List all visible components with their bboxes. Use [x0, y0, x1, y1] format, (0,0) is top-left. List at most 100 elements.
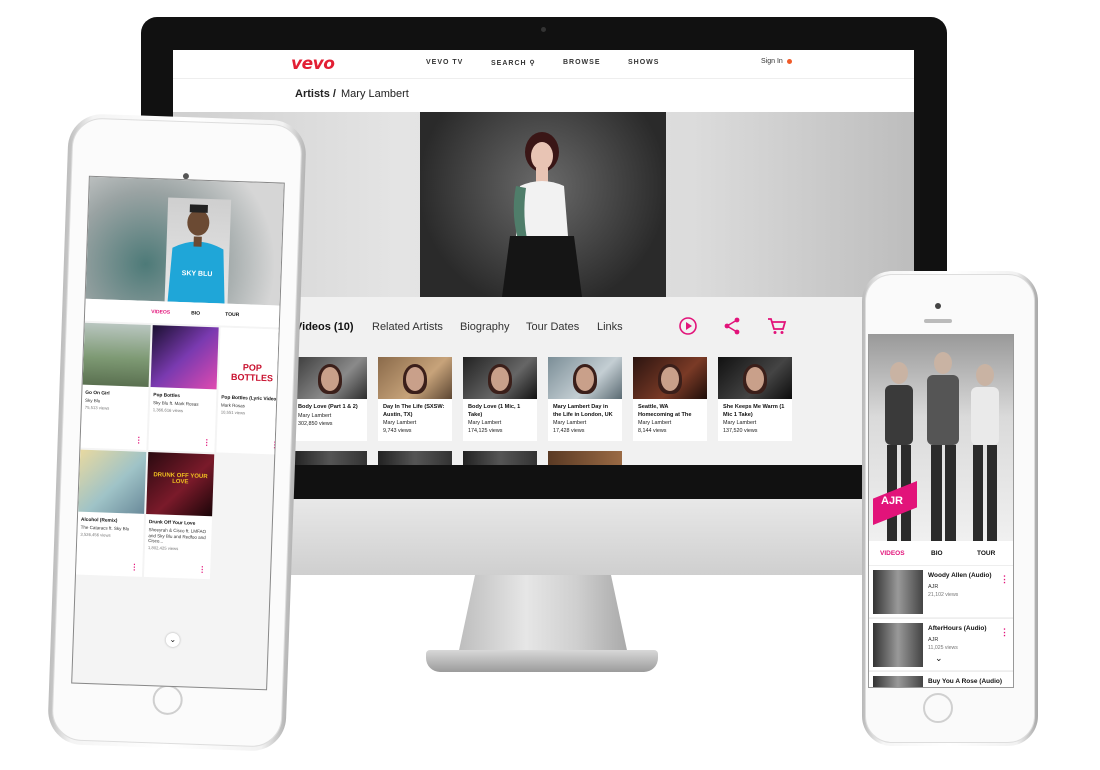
more-options-icon[interactable]: ⋮ — [130, 562, 138, 571]
video-title: Body Love (1 Mic, 1 Take) — [468, 404, 521, 418]
phone-screen: AJR VIDEOS BIO TOUR Woody Allen (Audio) … — [868, 334, 1014, 688]
breadcrumb: Artists / Mary Lambert — [173, 78, 914, 112]
more-options-icon[interactable]: ⋮ — [198, 565, 206, 574]
video-views: 137,520 views — [723, 428, 758, 434]
list-item[interactable]: Woody Allen (Audio) AJR 21,102 views ⋮ — [869, 565, 1013, 617]
video-card[interactable]: Go On Girl Sky Blu 75,513 views ⋮ — [80, 322, 151, 450]
video-card[interactable]: Day In The Life (SXSW: Austin, TX) Mary … — [378, 357, 452, 441]
video-title: She Keeps Me Warm (1 Mic 1 Take) — [723, 404, 785, 418]
cart-icon[interactable] — [767, 316, 787, 336]
imac-stand-base — [426, 650, 658, 672]
tab-videos[interactable]: Videos (10) — [295, 321, 354, 333]
phone-artist-name: AJR — [881, 495, 904, 507]
video-thumbnail-partial[interactable] — [293, 451, 367, 465]
video-views: 174,125 views — [468, 428, 503, 434]
breadcrumb-current: Mary Lambert — [341, 88, 409, 100]
tab-tour[interactable]: TOUR — [225, 312, 239, 318]
nav-vevo-tv[interactable]: VEVO TV — [426, 59, 463, 66]
share-icon[interactable] — [722, 316, 742, 336]
home-button[interactable] — [923, 693, 953, 723]
ipad-device: SKY BLU VIDEOS BIO TOUR Go On Girl Sky B… — [47, 113, 307, 752]
video-views: 8,144 views — [638, 428, 667, 434]
artist-figure — [502, 132, 582, 297]
video-views: 302,850 views — [298, 420, 333, 427]
tab-biography[interactable]: Biography — [460, 321, 510, 333]
video-thumbnail — [78, 449, 147, 514]
search-icon: ⚲ — [526, 60, 536, 67]
imac-stand — [458, 575, 628, 655]
video-views: 9,743 views — [383, 428, 412, 434]
video-thumbnail — [873, 570, 923, 614]
video-thumbnail — [873, 623, 923, 667]
tab-links[interactable]: Links — [597, 321, 623, 333]
nav-search-label: SEARCH — [491, 60, 527, 67]
video-artist: AJR — [928, 637, 939, 643]
tablet-artist-photo: SKY BLU — [164, 197, 232, 304]
video-artist: Mary Lambert — [298, 412, 332, 419]
phone-artist-hero: AJR — [869, 335, 1013, 541]
video-card[interactable]: Mary Lambert Day in the Life in London, … — [548, 357, 622, 441]
more-options-icon[interactable]: ⋮ — [135, 436, 143, 445]
thumbnail-text: POP BOTTLES — [230, 362, 274, 384]
artist-photo — [420, 112, 666, 297]
breadcrumb-root[interactable]: Artists / — [295, 88, 336, 100]
video-card[interactable]: She Keeps Me Warm (1 Mic 1 Take) Mary La… — [718, 357, 792, 441]
chevron-down-icon[interactable]: ⌄ — [935, 653, 943, 664]
video-thumbnail — [82, 322, 151, 387]
video-thumbnail — [718, 357, 792, 399]
top-nav: vevo VEVO TV SEARCH ⚲ BROWSE SHOWS Sign … — [173, 50, 914, 78]
thumbnail-text: DRUNK OFF YOUR LOVE — [153, 472, 208, 486]
camera-icon — [541, 27, 546, 32]
video-title: Mary Lambert Day in the Life in London, … — [553, 404, 613, 418]
video-views: 10,551 views — [220, 409, 246, 415]
video-title: Body Love (Part 1 & 2) — [298, 404, 358, 410]
vevo-logo[interactable]: vevo — [291, 54, 335, 74]
video-thumbnail: POP BOTTLES — [218, 327, 285, 392]
tab-related-artists[interactable]: Related Artists — [372, 321, 443, 333]
video-thumbnail-partial[interactable] — [378, 451, 452, 465]
video-card[interactable]: POP BOTTLES Pop Bottles (Lyric Video) Ma… — [216, 327, 285, 455]
video-views: 17,428 views — [553, 428, 585, 434]
more-options-icon[interactable]: ⋮ — [1000, 628, 1009, 637]
video-card[interactable]: Body Love (1 Mic, 1 Take) Mary Lambert 1… — [463, 357, 537, 441]
video-title: AfterHours (Audio) — [928, 625, 987, 632]
nav-search[interactable]: SEARCH ⚲ — [491, 59, 536, 67]
video-thumbnail: DRUNK OFF YOUR LOVE — [146, 452, 215, 517]
video-title: Seattle, WA Homecoming at The — [638, 404, 692, 418]
video-thumbnail-partial[interactable] — [463, 451, 537, 465]
tab-tour-dates[interactable]: Tour Dates — [526, 321, 579, 333]
video-artist: Mary Lambert — [723, 420, 757, 426]
video-card[interactable]: Seattle, WA Homecoming at The Mary Lambe… — [633, 357, 707, 441]
tab-bio[interactable]: BIO — [191, 310, 200, 316]
more-options-icon[interactable]: ⋮ — [1000, 575, 1009, 584]
nav-browse[interactable]: BROWSE — [563, 59, 601, 66]
video-title: Day In The Life (SXSW: Austin, TX) — [383, 404, 445, 418]
video-thumbnail — [633, 357, 707, 399]
list-item[interactable]: Buy You A Rose (Audio) — [869, 671, 1013, 687]
video-thumbnail-partial[interactable] — [548, 451, 622, 465]
video-views: 75,513 views — [84, 404, 110, 411]
tab-videos[interactable]: VIDEOS — [151, 309, 170, 316]
notification-dot-icon — [786, 58, 792, 64]
video-thumbnail — [378, 357, 452, 399]
video-card[interactable]: Pop Bottles Sky Blu ft. Mark Rosas 1,366… — [148, 325, 219, 453]
play-icon[interactable] — [678, 316, 698, 336]
chevron-down-icon[interactable]: ⌄ — [165, 632, 180, 648]
sign-in-link[interactable]: Sign In — [761, 58, 792, 65]
video-views: 21,102 views — [928, 592, 959, 598]
video-thumbnail — [873, 676, 923, 687]
video-card[interactable]: Alcohol (Remix) The Cataracs ft. Sky Blu… — [75, 449, 147, 577]
tab-videos[interactable]: VIDEOS — [880, 550, 905, 557]
phone-tabs: VIDEOS BIO TOUR — [869, 541, 1013, 565]
video-views: 11,025 views — [928, 645, 958, 651]
video-thumbnail — [463, 357, 537, 399]
video-title: Woody Allen (Audio) — [928, 572, 992, 579]
video-card[interactable]: Body Love (Part 1 & 2) Mary Lambert 302,… — [293, 357, 367, 441]
tab-tour[interactable]: TOUR — [977, 550, 995, 557]
video-card[interactable]: DRUNK OFF YOUR LOVE Drunk Off Your Love … — [143, 452, 215, 580]
video-views: 1,802,425 views — [147, 544, 179, 551]
video-thumbnail — [548, 357, 622, 399]
more-options-icon[interactable]: ⋮ — [203, 438, 211, 447]
tab-bio[interactable]: BIO — [931, 550, 943, 557]
nav-shows[interactable]: SHOWS — [628, 59, 659, 66]
